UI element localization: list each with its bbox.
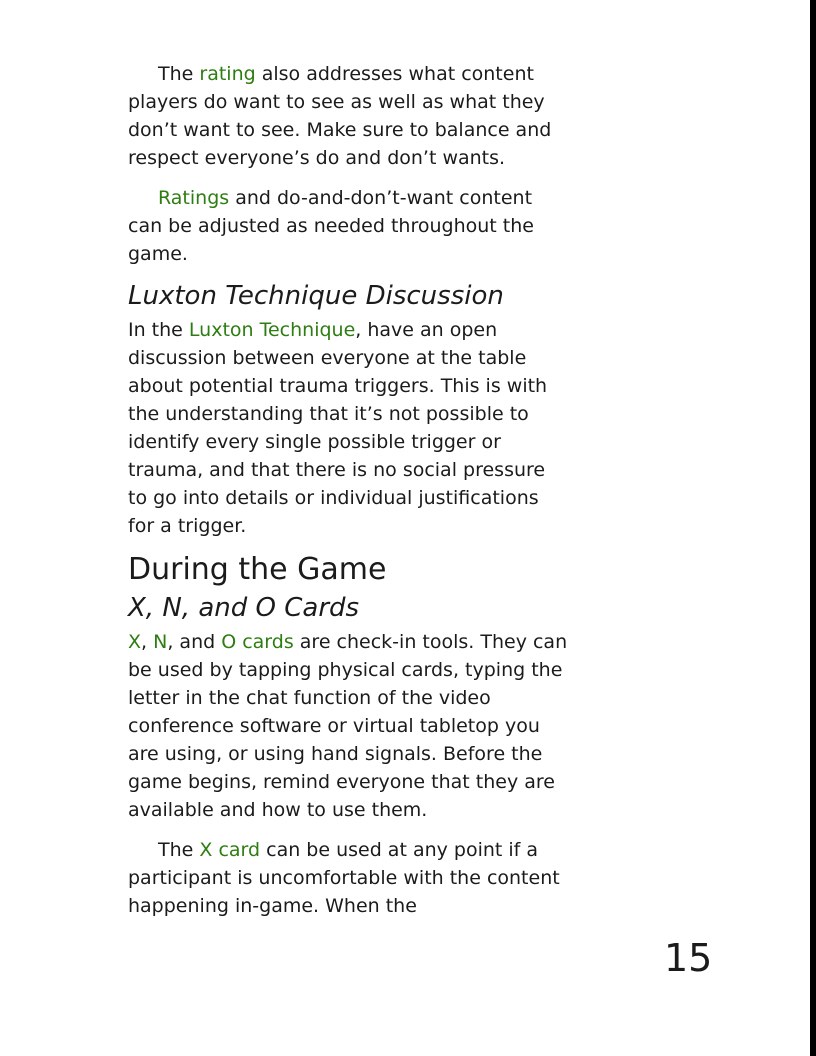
n-keyword[interactable]: N	[153, 631, 167, 653]
o-cards-keyword[interactable]: O cards	[221, 631, 294, 653]
cards-heading: X, N, and O Cards	[128, 593, 360, 623]
during-game-heading: During the Game	[128, 552, 387, 587]
page-edge	[810, 0, 816, 1056]
ratings-keyword[interactable]: Ratings	[158, 187, 229, 209]
text: The	[158, 839, 200, 861]
luxton-heading: Luxton Technique Discussion	[128, 281, 504, 311]
x-card-paragraph: The X card can be used at any point if a…	[128, 836, 568, 920]
page-content: The rating also addresses what content p…	[128, 60, 568, 932]
text: The	[158, 63, 200, 85]
luxton-paragraph: In the Luxton Technique, have an open di…	[128, 316, 568, 540]
ratings-adjust-paragraph: Ratings and do-and-don’t-want content ca…	[128, 184, 568, 268]
text: are check-in tools. They can be used by …	[128, 631, 568, 821]
page-number: 15	[664, 936, 713, 980]
rating-paragraph: The rating also addresses what content p…	[128, 60, 568, 172]
x-card-keyword[interactable]: X card	[199, 839, 260, 861]
text: , and	[167, 631, 222, 653]
x-keyword[interactable]: X	[128, 631, 141, 653]
luxton-technique-keyword[interactable]: Luxton Technique	[189, 319, 355, 341]
text: In the	[128, 319, 189, 341]
rating-keyword[interactable]: rating	[199, 63, 255, 85]
cards-paragraph: X, N, and O cards are check-in tools. Th…	[128, 628, 568, 824]
text: , have an open discussion between everyo…	[128, 319, 548, 537]
text: ,	[141, 631, 154, 653]
